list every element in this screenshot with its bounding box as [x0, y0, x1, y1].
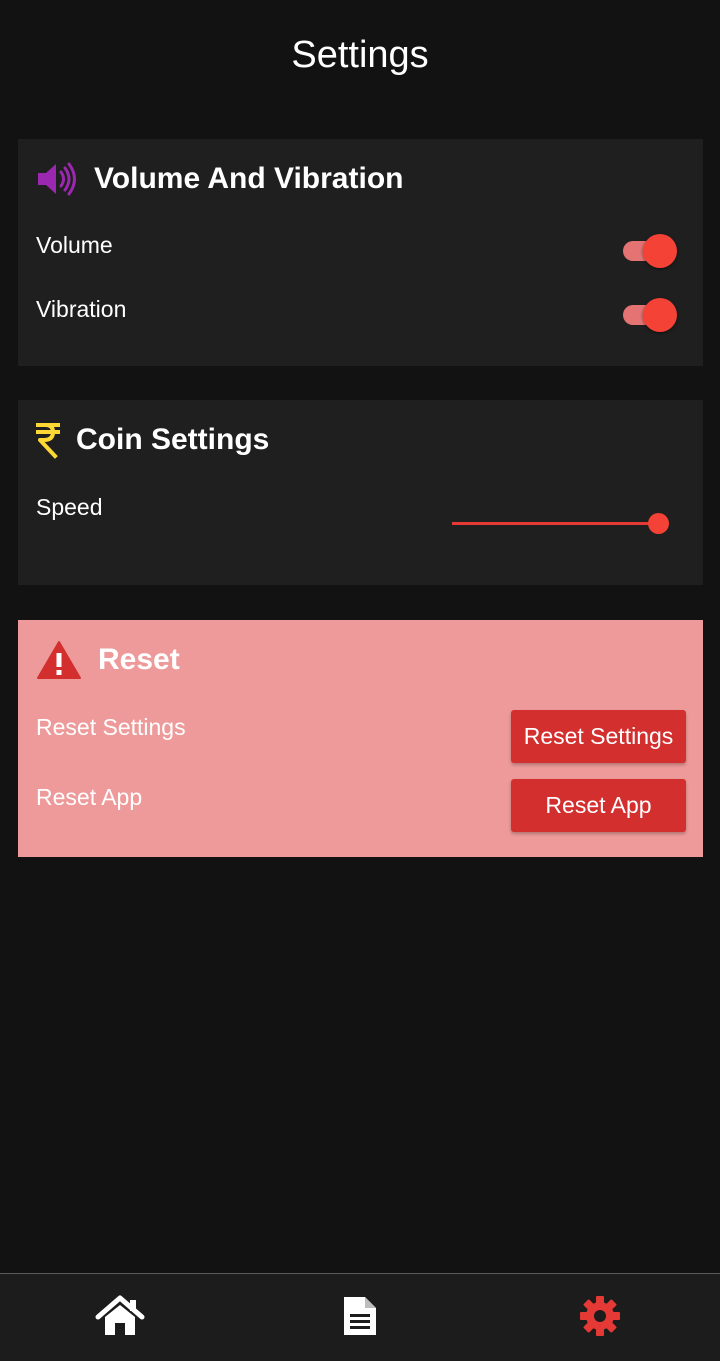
coin-card-header: Coin Settings: [36, 420, 269, 460]
reset-card: Reset Reset Settings Reset Settings Rese…: [18, 620, 703, 857]
nav-settings[interactable]: [575, 1295, 625, 1342]
home-icon: [95, 1295, 145, 1342]
reset-app-button[interactable]: Reset App: [511, 779, 686, 832]
reset-card-header: Reset: [36, 640, 180, 680]
document-icon: [342, 1295, 378, 1342]
bottom-navigation: [0, 1273, 720, 1361]
volume-card-header: Volume And Vibration: [36, 159, 403, 199]
gear-icon: [579, 1295, 621, 1342]
speed-label: Speed: [36, 494, 103, 520]
rupee-icon: [36, 421, 60, 459]
vibration-toggle-thumb: [643, 298, 677, 332]
speaker-icon: [36, 161, 78, 197]
volume-card-title: Volume And Vibration: [94, 162, 404, 195]
reset-app-label: Reset App: [36, 784, 143, 810]
coin-settings-card: Coin Settings Speed: [18, 400, 703, 585]
reset-card-title: Reset: [98, 643, 180, 676]
nav-documents[interactable]: [335, 1296, 385, 1340]
vibration-toggle[interactable]: [621, 295, 681, 335]
speed-slider-thumb[interactable]: [648, 513, 669, 534]
volume-vibration-card: Volume And Vibration Volume Vibration: [18, 139, 703, 366]
coin-card-title: Coin Settings: [76, 423, 270, 456]
reset-settings-button[interactable]: Reset Settings: [511, 710, 686, 763]
page-title: Settings: [291, 34, 429, 76]
reset-settings-label: Reset Settings: [36, 714, 186, 740]
warning-icon: [36, 640, 82, 680]
volume-toggle[interactable]: [621, 231, 681, 271]
volume-toggle-thumb: [643, 234, 677, 268]
nav-home[interactable]: [95, 1295, 145, 1342]
vibration-label: Vibration: [36, 296, 127, 322]
volume-label: Volume: [36, 232, 113, 258]
speed-slider[interactable]: [452, 512, 674, 536]
speed-slider-rail: [452, 522, 658, 525]
